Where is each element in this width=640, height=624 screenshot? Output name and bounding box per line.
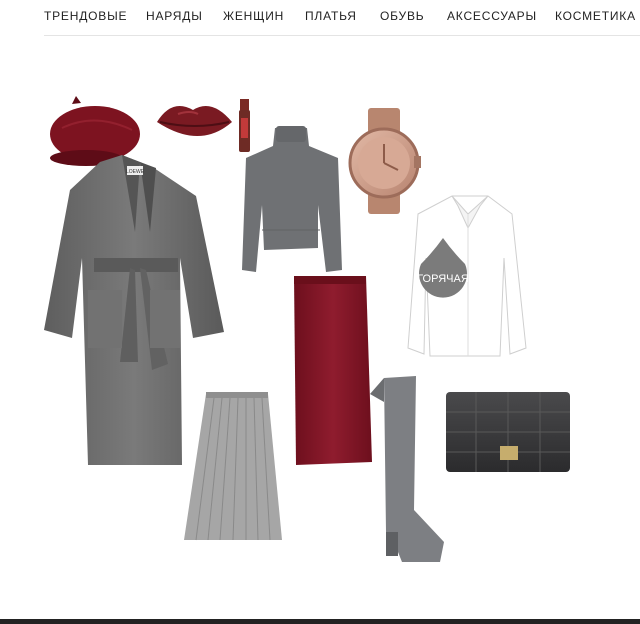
coat-icon[interactable]: LOEWE (44, 155, 224, 465)
nav-item-cosmetics[interactable]: КОСМЕТИКА (555, 9, 636, 23)
nav-item-trending[interactable]: ТРЕНДОВЫЕ (44, 9, 127, 23)
bottom-bar (0, 619, 640, 624)
coat-brand-tag: LOEWE (126, 169, 145, 175)
pleated-skirt-icon[interactable] (184, 392, 282, 541)
boot-icon[interactable] (370, 376, 444, 562)
watch-icon[interactable] (348, 108, 421, 214)
nav-item-accessories[interactable]: АКСЕССУАРЫ (447, 9, 537, 23)
lipstick-icon[interactable] (239, 99, 250, 152)
hot-badge-label: ГОРЯЧАЯ (417, 273, 469, 285)
outfit-collage: LOEWE ГОРЯЧАЯ (0, 36, 640, 611)
sweater-icon[interactable] (242, 126, 342, 272)
nav-item-outfits[interactable]: НАРЯДЫ (146, 9, 203, 23)
nav-item-dresses[interactable]: ПЛАТЬЯ (305, 9, 357, 23)
outfit-collage-svg: LOEWE ГОРЯЧАЯ (44, 96, 570, 562)
pencil-skirt-icon[interactable] (294, 276, 372, 465)
handbag-icon[interactable] (446, 392, 570, 472)
nav-item-women[interactable]: ЖЕНЩИН (223, 9, 284, 23)
nav-item-shoes[interactable]: ОБУВЬ (380, 9, 424, 23)
beret-icon[interactable] (50, 96, 140, 166)
top-navigation: ТРЕНДОВЫЕ НАРЯДЫ ЖЕНЩИН ПЛАТЬЯ ОБУВЬ АКС… (0, 0, 640, 34)
lips-icon[interactable] (157, 106, 232, 136)
